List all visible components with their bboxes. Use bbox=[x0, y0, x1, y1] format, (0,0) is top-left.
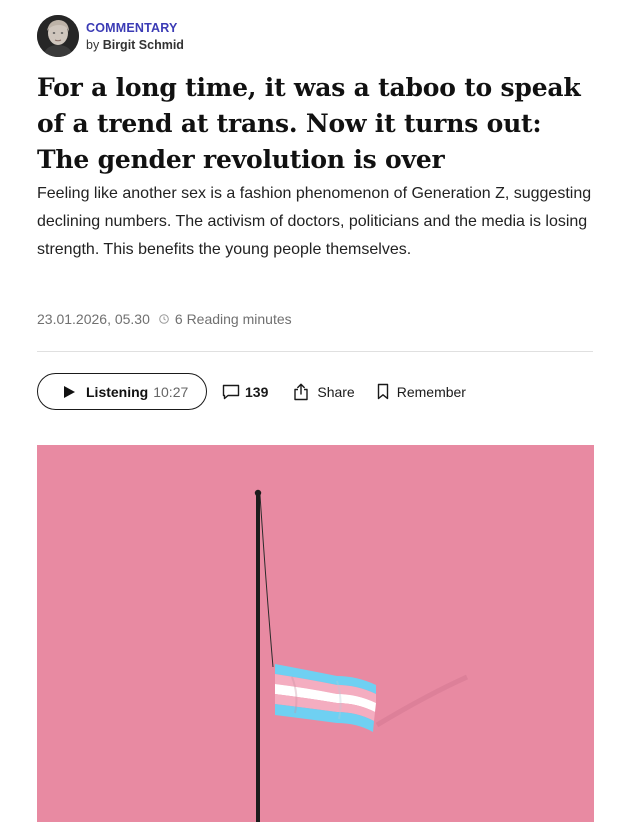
bookmark-icon bbox=[377, 383, 388, 400]
byline-prefix: by bbox=[86, 37, 100, 52]
article-lead: Feeling like another sex is a fashion ph… bbox=[37, 185, 592, 258]
comment-count: 139 bbox=[245, 383, 269, 400]
clock-icon bbox=[159, 314, 169, 324]
article-meta: 23.01.2026, 05.30 6 Reading minutes bbox=[37, 311, 292, 327]
hero-image[interactable] bbox=[37, 445, 594, 822]
author-meta: COMMENTARY by Birgit Schmid bbox=[86, 20, 184, 53]
flagpole bbox=[256, 493, 260, 822]
listen-label: Listening bbox=[86, 383, 149, 400]
author-avatar[interactable] bbox=[37, 15, 79, 57]
listen-button[interactable]: Listening 10:27 bbox=[37, 373, 207, 410]
meta-divider bbox=[37, 351, 593, 352]
article-actions: Listening 10:27 139 Share Remember bbox=[37, 373, 466, 410]
article-kicker[interactable]: COMMENTARY bbox=[86, 20, 184, 36]
remember-button[interactable]: Remember bbox=[377, 383, 466, 400]
comment-bubble-icon bbox=[222, 384, 240, 399]
publish-date: 23.01.2026, 05.30 bbox=[37, 311, 150, 327]
author-avatar-image bbox=[37, 15, 79, 57]
article-headline: For a long time, it was a taboo to speak… bbox=[37, 73, 581, 174]
remember-label: Remember bbox=[396, 383, 466, 400]
author-row: COMMENTARY by Birgit Schmid bbox=[37, 15, 184, 57]
flagpole-finial bbox=[254, 489, 262, 497]
share-icon bbox=[294, 383, 309, 400]
hero-illustration bbox=[37, 445, 594, 822]
comments-button[interactable]: 139 bbox=[222, 384, 268, 400]
listen-duration: 10:27 bbox=[153, 383, 189, 400]
play-icon bbox=[64, 385, 75, 398]
share-button[interactable]: Share bbox=[293, 383, 355, 401]
share-label: Share bbox=[317, 383, 355, 400]
byline: by Birgit Schmid bbox=[86, 37, 184, 53]
author-name-link[interactable]: Birgit Schmid bbox=[103, 38, 184, 52]
reading-time: 6 Reading minutes bbox=[174, 311, 292, 327]
